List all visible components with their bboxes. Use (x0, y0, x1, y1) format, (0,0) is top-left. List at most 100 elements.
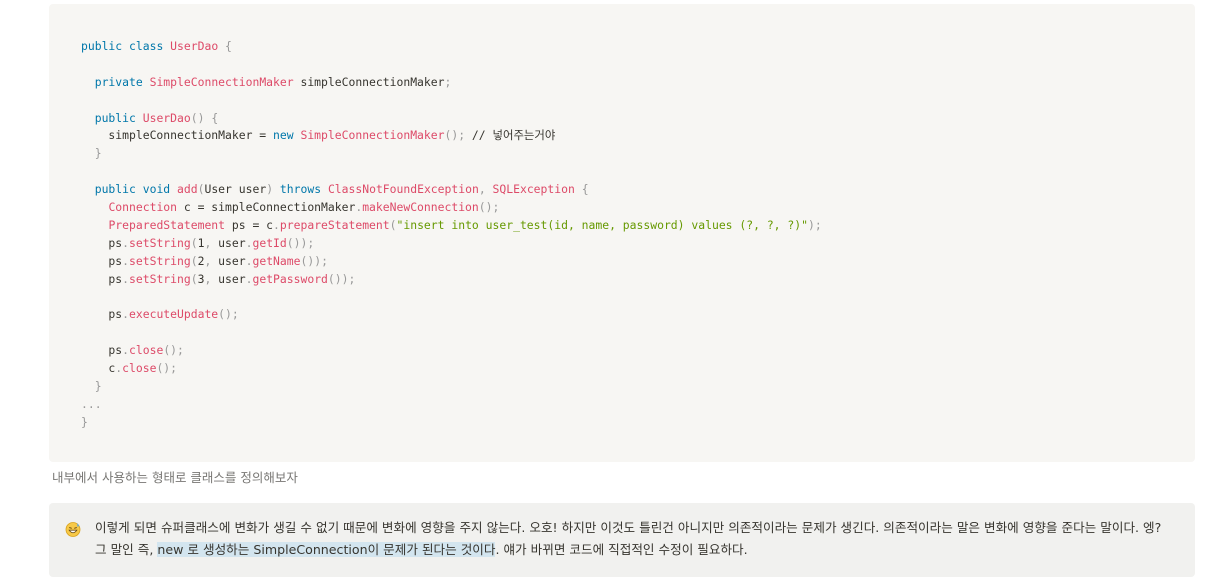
code-token: { (225, 39, 232, 53)
code-line: ​ (81, 163, 1195, 181)
code-token: executeUpdate (129, 307, 219, 322)
code-token: ps (81, 343, 123, 358)
code-token: throws (279, 182, 322, 197)
code-token: simpleConnectionMaker = (81, 128, 274, 143)
code-token: // 넣어주는거야 (465, 128, 556, 143)
code-token: setString (129, 235, 191, 250)
code-line: ps.setString(3, user.getPassword()); (81, 271, 1195, 289)
code-token: . (273, 217, 280, 232)
code-token: ps = c (225, 217, 274, 232)
code-token: , (478, 182, 486, 197)
code-token: () { (190, 110, 219, 125)
code-line: ​ (81, 288, 1195, 306)
code-line: ​ (81, 324, 1195, 342)
code-token: setString (129, 271, 191, 286)
callout-text-after: . 얘가 바뀌면 코드에 직접적인 수정이 필요하다. (495, 542, 748, 557)
code-line: ... (81, 396, 1195, 414)
code-token: ); (807, 217, 822, 232)
code-line: PreparedStatement ps = c.prepareStatemen… (81, 217, 1195, 235)
code-token: (); (163, 343, 184, 358)
code-token: prepareStatement (279, 217, 390, 232)
code-token: ( (389, 217, 397, 232)
code-line: public class UserDao { (81, 38, 1195, 56)
code-token: public (94, 110, 136, 125)
code-token: ()); (286, 235, 315, 250)
code-token: . (122, 235, 130, 250)
code-token: (); (478, 200, 500, 215)
code-token: setString (129, 253, 191, 268)
code-token: . (122, 253, 130, 268)
code-token: ()); (300, 253, 328, 268)
code-token: simpleConnectionMaker (293, 74, 445, 89)
code-token: ClassNotFoundException (327, 182, 479, 197)
code-token: makeNewConnection (362, 200, 479, 215)
code-line: ​ (81, 92, 1195, 110)
code-token: } (94, 146, 102, 161)
code-token: public (81, 39, 123, 53)
code-token: user (211, 271, 246, 286)
code-line: } (81, 145, 1195, 163)
code-token: . (122, 343, 130, 358)
code-line: Connection c = simpleConnectionMaker.mak… (81, 199, 1195, 217)
grinning-sweat-emoji-icon (65, 522, 81, 537)
code-line: } (81, 414, 1195, 432)
code-line: ps.close(); (81, 342, 1195, 360)
code-token: getId (252, 235, 287, 250)
code-token: c (81, 361, 116, 376)
code-line: ​ (81, 56, 1195, 74)
code-token: close (129, 343, 164, 358)
code-token: ps (81, 271, 123, 286)
code-token: ( (190, 271, 198, 286)
code-token: Connection (108, 200, 178, 215)
code-token: getPassword (252, 271, 328, 286)
code-token: (); (218, 307, 239, 322)
code-token: class (129, 39, 164, 53)
code-token: ; (444, 74, 452, 89)
code-token: SimpleConnectionMaker (300, 128, 445, 143)
code-token: private (94, 74, 143, 89)
code-line: public void add(User user) throws ClassN… (81, 181, 1195, 199)
code-token: close (122, 361, 157, 376)
code-token: new (273, 128, 294, 143)
code-line: c.close(); (81, 360, 1195, 378)
code-token: c = simpleConnectionMaker (177, 200, 356, 215)
code-token: user (211, 253, 246, 268)
code-line: private SimpleConnectionMaker simpleConn… (81, 74, 1195, 92)
code-token: User user (204, 182, 267, 197)
code-line: ps.executeUpdate(); (81, 306, 1195, 324)
code-line: simpleConnectionMaker = new SimpleConnec… (81, 127, 1195, 145)
code-token: (); (156, 361, 178, 376)
code-token: ... (81, 396, 102, 411)
code-line: } (81, 378, 1195, 396)
code-token: ps (81, 253, 123, 268)
code-token: { (581, 182, 589, 197)
code-line: public UserDao() { (81, 110, 1195, 128)
code-caption: 내부에서 사용하는 형태로 클래스를 정의해보자 (52, 470, 298, 485)
code-token: ()); (327, 271, 356, 286)
code-line: ps.setString(2, user.getName()); (81, 253, 1195, 271)
code-token: . (122, 271, 130, 286)
code-line: ps.setString(1, user.getId()); (81, 235, 1195, 253)
code-token: (); (444, 128, 466, 143)
callout-text: 이렇게 되면 슈퍼클래스에 변화가 생길 수 없기 때문에 변화에 영향을 주지… (95, 517, 1175, 577)
callout-block: 이렇게 되면 슈퍼클래스에 변화가 생길 수 없기 때문에 변화에 영향을 주지… (49, 503, 1195, 577)
code-token: public (94, 182, 136, 197)
code-token: PreparedStatement (108, 217, 226, 232)
code-block[interactable]: public class UserDao {​ private SimpleCo… (49, 4, 1195, 462)
code-token: ps (81, 307, 123, 322)
